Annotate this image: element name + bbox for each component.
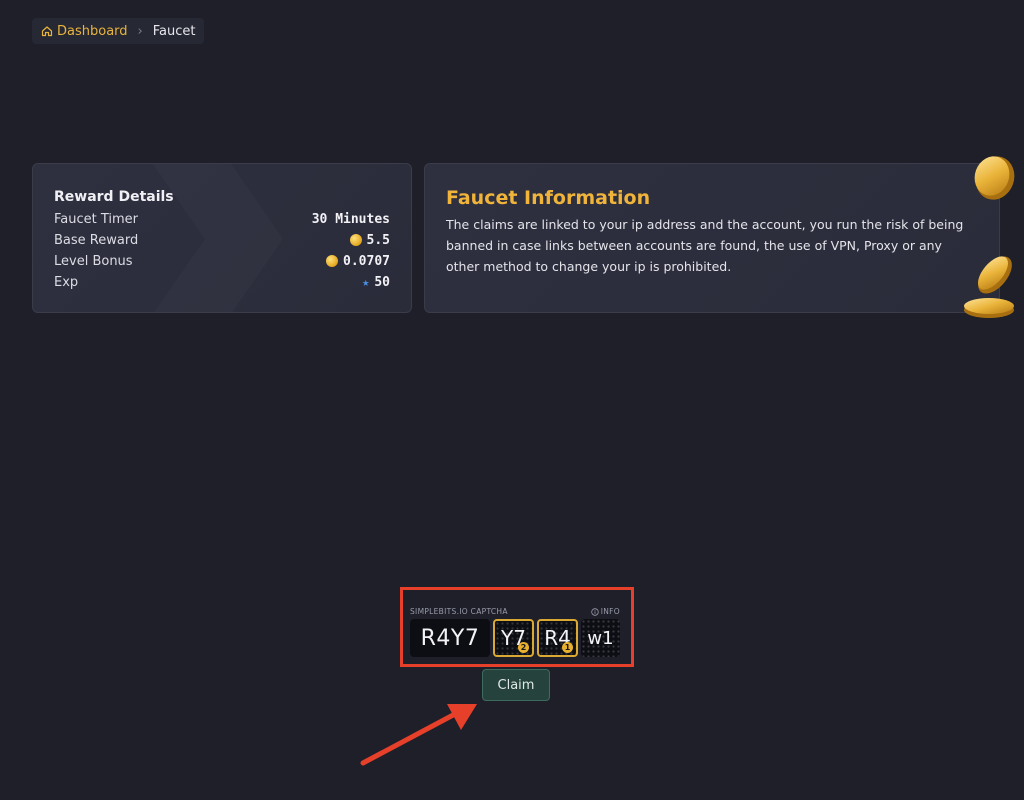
breadcrumb-home-label: Dashboard bbox=[57, 23, 128, 39]
reward-value: ★ 50 bbox=[362, 275, 390, 290]
captcha-info-link[interactable]: INFO bbox=[591, 607, 620, 616]
faucet-information-text: The claims are linked to your ip address… bbox=[446, 217, 964, 274]
star-icon: ★ bbox=[362, 275, 370, 289]
reward-row-faucet-timer: Faucet Timer 30 Minutes bbox=[54, 209, 390, 229]
breadcrumb-separator: › bbox=[137, 23, 143, 39]
reward-value: 30 Minutes bbox=[312, 212, 390, 227]
captcha-order-badge: 2 bbox=[518, 642, 529, 653]
coin-icon bbox=[349, 234, 362, 246]
reward-details-title: Reward Details bbox=[54, 189, 174, 205]
captcha-brand: SIMPLEBITS.IO CAPTCHA bbox=[410, 607, 508, 616]
captcha-info-label: INFO bbox=[600, 607, 620, 616]
annotation-arrow bbox=[360, 704, 477, 766]
breadcrumb-current: Faucet bbox=[152, 23, 196, 39]
claim-button[interactable]: Claim bbox=[482, 669, 550, 701]
home-icon bbox=[41, 26, 53, 37]
faucet-page: Dashboard › Faucet Reward Details Faucet… bbox=[0, 0, 1024, 800]
base-reward-value: 5.5 bbox=[366, 232, 390, 248]
reward-value: 5.5 bbox=[349, 232, 390, 248]
captcha-target-code: R4Y7 bbox=[410, 619, 490, 657]
captcha-tiles: R4Y7 Y7 2 R4 1 w1 bbox=[410, 619, 620, 657]
reward-details-card: Reward Details Faucet Timer 30 Minutes B… bbox=[32, 163, 412, 313]
reward-label: Faucet Timer bbox=[54, 211, 139, 227]
reward-value: 0.0707 bbox=[326, 254, 390, 269]
captcha-header: SIMPLEBITS.IO CAPTCHA INFO bbox=[410, 607, 620, 616]
level-bonus-value: 0.0707 bbox=[343, 253, 390, 269]
reward-row-base-reward: Base Reward 5.5 bbox=[54, 230, 390, 250]
reward-label: Exp bbox=[54, 274, 79, 290]
reward-label: Base Reward bbox=[54, 232, 139, 248]
faucet-timer-value: 30 Minutes bbox=[311, 211, 390, 227]
captcha-tile-text: w1 bbox=[587, 627, 614, 649]
captcha-tile-1[interactable]: Y7 2 bbox=[493, 619, 534, 657]
coin-icon bbox=[326, 255, 339, 267]
reward-label: Level Bonus bbox=[54, 253, 133, 269]
exp-value: 50 bbox=[374, 274, 390, 290]
faucet-information-card: Faucet Information The claims are linked… bbox=[424, 163, 1000, 313]
info-icon bbox=[591, 607, 599, 616]
captcha-order-badge: 1 bbox=[562, 642, 573, 653]
reward-row-exp: Exp ★ 50 bbox=[54, 272, 390, 292]
captcha-tile-3[interactable]: w1 bbox=[581, 619, 620, 657]
captcha-tile-2[interactable]: R4 1 bbox=[537, 619, 578, 657]
reward-row-level-bonus: Level Bonus 0.0707 bbox=[54, 251, 390, 271]
breadcrumb-dashboard-link[interactable]: Dashboard bbox=[41, 24, 128, 39]
breadcrumb: Dashboard › Faucet bbox=[32, 18, 205, 44]
faucet-information-title: Faucet Information bbox=[446, 187, 651, 209]
